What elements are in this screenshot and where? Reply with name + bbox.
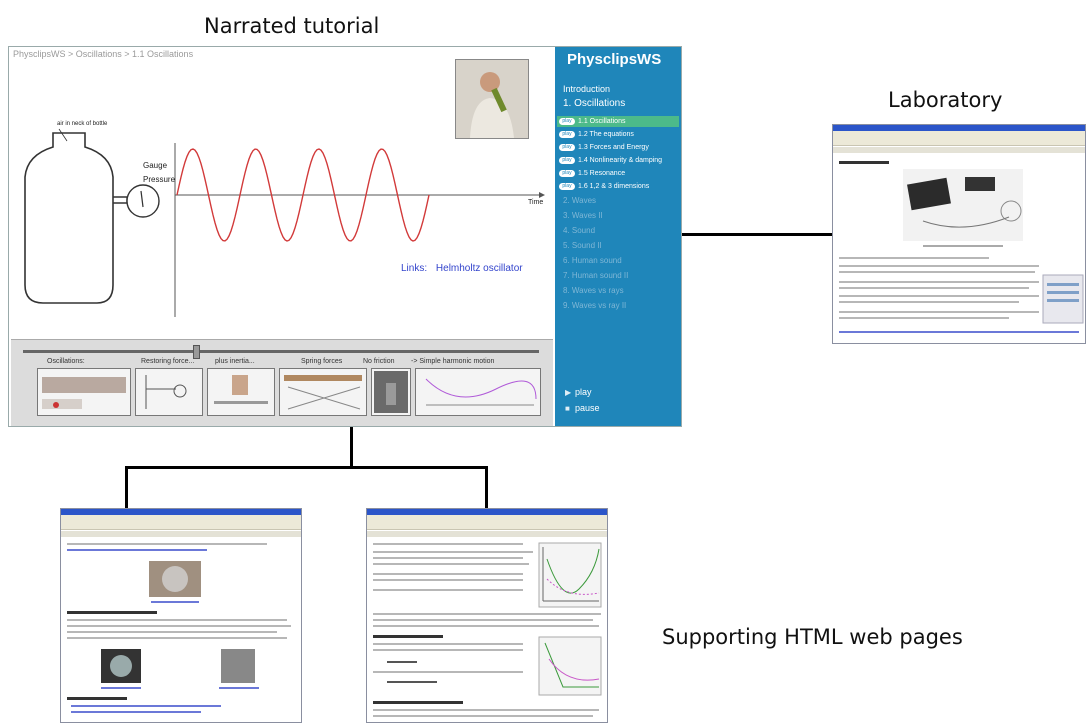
- supporting-page-screenshot: [366, 508, 608, 723]
- sidebar-item-1-5[interactable]: play 1.5 Resonance: [557, 168, 679, 179]
- filmstrip-thumbnail[interactable]: [37, 368, 131, 416]
- laboratory-caption: Laboratory: [888, 88, 1003, 112]
- animation-stage: PhysclipsWS > Oscillations > 1.1 Oscilla…: [9, 47, 555, 339]
- sidebar-title: PhysclipsWS: [567, 51, 662, 68]
- play-badge[interactable]: play: [559, 117, 575, 125]
- sidebar-item-oscillations[interactable]: 1. Oscillations: [563, 98, 625, 109]
- sidebar-item-label: 1.1 Oscillations: [578, 118, 626, 125]
- supporting-page-content: [367, 531, 607, 717]
- narrator-figure: [456, 60, 528, 138]
- pause-icon: ■: [565, 404, 570, 413]
- pressure-label-line: Pressure: [143, 175, 176, 184]
- sidebar-chapter[interactable]: 6. Human sound: [563, 256, 622, 265]
- sidebar-chapter[interactable]: 7. Human sound II: [563, 271, 628, 280]
- strip-label: Restoring force...: [141, 358, 195, 365]
- sidebar-item-introduction[interactable]: Introduction: [563, 84, 610, 94]
- links-row: Links: Helmholtz oscillator: [401, 263, 523, 274]
- sidebar-item-label: 1.2 The equations: [578, 131, 634, 138]
- links-label: Links:: [401, 263, 428, 274]
- sidebar-item-label: 1.5 Resonance: [578, 170, 626, 177]
- pause-control[interactable]: ■ pause: [565, 403, 600, 413]
- play-badge[interactable]: play: [559, 130, 575, 138]
- sidebar-chapter[interactable]: 4. Sound: [563, 226, 595, 235]
- connector-left-drop: [125, 466, 128, 508]
- play-icon: ▶: [565, 388, 572, 397]
- play-badge[interactable]: play: [559, 143, 575, 151]
- supporting-page-screenshot: [60, 508, 302, 723]
- connector-horizontal: [125, 466, 488, 469]
- strip-label: -> Simple harmonic motion: [411, 358, 495, 365]
- narrated-tutorial-window: PhysclipsWS > Oscillations > 1.1 Oscilla…: [8, 46, 682, 427]
- supporting-page-content: [61, 531, 301, 713]
- sidebar-item-1-1[interactable]: play 1.1 Oscillations: [557, 116, 679, 127]
- filmstrip-thumbnail[interactable]: [371, 368, 411, 416]
- sidebar-item-1-2[interactable]: play 1.2 The equations: [557, 129, 679, 140]
- sidebar-chapter[interactable]: 2. Waves: [563, 196, 596, 205]
- sidebar-chapter[interactable]: 5. Sound II: [563, 241, 602, 250]
- timeline-slider-track[interactable]: [23, 350, 539, 353]
- filmstrip: Oscillations: Restoring force... plus in…: [11, 339, 553, 426]
- laboratory-page-content: [833, 147, 1085, 333]
- sidebar-item-label: 1.4 Nonlinearity & damping: [578, 157, 663, 164]
- strip-label: Spring forces: [301, 358, 343, 365]
- filmstrip-thumbnail[interactable]: [135, 368, 203, 416]
- sidebar-item-1-3[interactable]: play 1.3 Forces and Energy: [557, 142, 679, 153]
- gauge-label-line: Gauge: [143, 161, 168, 170]
- timeline-slider-thumb[interactable]: [193, 345, 200, 359]
- filmstrip-thumbnail[interactable]: [279, 368, 367, 416]
- pause-label: pause: [575, 403, 600, 413]
- strip-label: plus inertia...: [215, 358, 255, 365]
- helmholtz-link[interactable]: Helmholtz oscillator: [436, 263, 523, 274]
- filmstrip-thumbnail[interactable]: [207, 368, 275, 416]
- sidebar-chapter[interactable]: 9. Waves vs ray II: [563, 301, 626, 310]
- sidebar-item-1-4[interactable]: play 1.4 Nonlinearity & damping: [557, 155, 679, 166]
- filmstrip-thumbnail[interactable]: [415, 368, 541, 416]
- play-badge[interactable]: play: [559, 169, 575, 177]
- sidebar-chapter[interactable]: 3. Waves II: [563, 211, 603, 220]
- air-pointer: [58, 128, 68, 142]
- play-badge[interactable]: play: [559, 156, 575, 164]
- strip-label: Oscillations:: [47, 358, 85, 365]
- gauge-pressure-label: Gauge Pressure: [143, 159, 175, 187]
- bottle-outline: [24, 132, 114, 304]
- sidebar-item-1-6[interactable]: play 1.6 1,2 & 3 dimensions: [557, 181, 679, 192]
- connector-down-stem: [350, 426, 353, 468]
- play-label: play: [575, 387, 592, 397]
- laboratory-page-screenshot: [832, 124, 1086, 344]
- play-badge[interactable]: play: [559, 182, 575, 190]
- time-axis-label: Time: [528, 199, 544, 206]
- sidebar-item-label: 1.3 Forces and Energy: [578, 144, 649, 151]
- connector-right-drop: [485, 466, 488, 508]
- sidebar-item-label: 1.6 1,2 & 3 dimensions: [578, 183, 650, 190]
- play-control[interactable]: ▶ play: [565, 387, 592, 397]
- narrated-tutorial-caption: Narrated tutorial: [204, 14, 380, 38]
- strip-label: No friction: [363, 358, 395, 365]
- narrator-video[interactable]: [455, 59, 529, 139]
- sidebar-chapter[interactable]: 8. Waves vs rays: [563, 286, 624, 295]
- time-axis-arrow: [539, 192, 545, 198]
- supporting-pages-caption: Supporting HTML web pages: [662, 625, 963, 649]
- pressure-gauge: [126, 184, 160, 218]
- air-label: air in neck of bottle: [57, 121, 108, 127]
- gauge-tube: [113, 196, 128, 204]
- connector-to-laboratory: [680, 233, 832, 236]
- chapter-sidebar: PhysclipsWS Introduction 1. Oscillations…: [555, 47, 681, 426]
